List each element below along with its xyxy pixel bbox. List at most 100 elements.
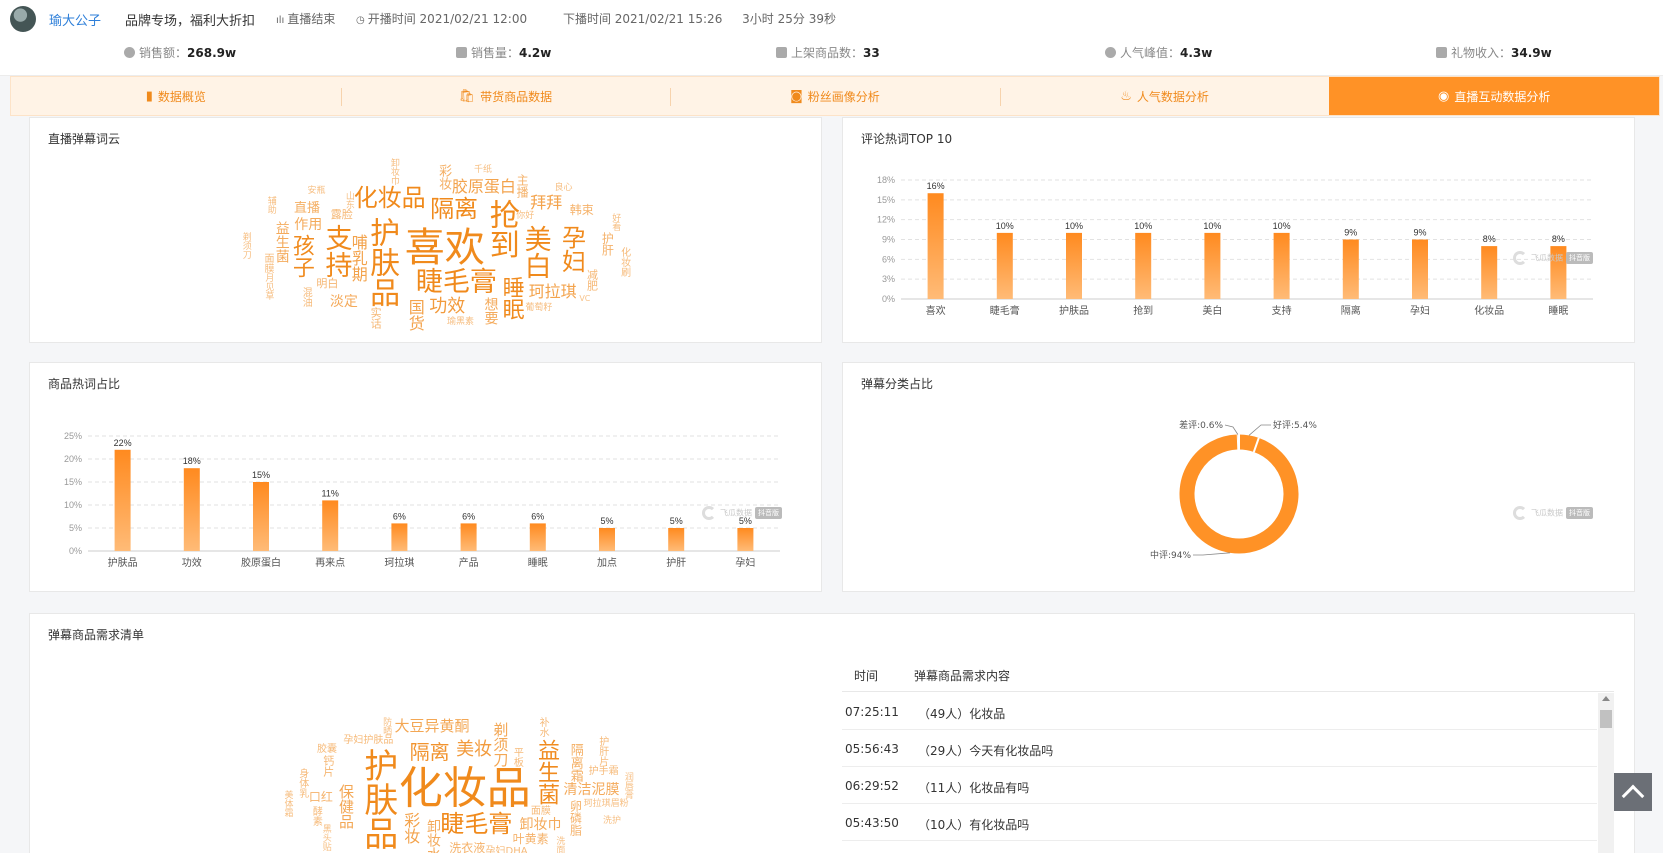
y-tick-label: 25% (64, 431, 82, 441)
bar-value-label: 10% (1203, 221, 1221, 231)
wordcloud-word: 睡眠 (498, 276, 524, 321)
stat-label: 销售额： (139, 46, 188, 60)
wordcloud-word: 益生菌 (273, 220, 290, 263)
end-time: 下播时间 2021/02/21 15:26 (562, 12, 723, 26)
bar-value-label: 9% (1344, 228, 1357, 238)
back-to-top-button[interactable] (1614, 773, 1652, 811)
bar (737, 528, 754, 551)
label-leader-line (1193, 552, 1231, 556)
label-leader-line (1248, 424, 1271, 436)
watermark-logo-icon (702, 506, 716, 520)
y-tick-label: 5% (69, 523, 82, 533)
wordcloud-word: 钙片 (321, 755, 335, 778)
wordcloud-word: 剃须刀 (240, 232, 251, 260)
fire-icon (1105, 47, 1116, 58)
wordcloud-word: 面膜 (530, 806, 551, 818)
tab-interaction[interactable]: ◉ 直播互动数据分析 (1329, 77, 1659, 115)
slice-label: 中评:94% (1150, 549, 1191, 561)
wordcloud-word: 露脸 (330, 208, 353, 222)
bar (996, 232, 1013, 299)
row-content: （29人）今天有化妆品吗 (918, 744, 1054, 758)
bar (1273, 232, 1290, 299)
wordcloud-word: 国货 (405, 298, 425, 331)
sales-icon (124, 47, 135, 58)
tab-fans[interactable]: ◙ 粉丝画像分析 (670, 77, 1000, 115)
wordcloud-word: 直播 (294, 201, 321, 217)
wordcloud-word: 明白 (316, 276, 339, 290)
bar (322, 500, 339, 551)
table-scrollbar[interactable] (1598, 693, 1614, 853)
bar (460, 523, 477, 551)
tab-bar: ▮ 数据概览 🛍 带货商品数据 ◙ 粉丝画像分析 ♨ 人气数据分析 ◉ 直播互动数据分析 (10, 76, 1660, 116)
card-title: 直播弹幕词云 (48, 132, 121, 146)
wordcloud-word: 支持 (320, 223, 352, 278)
watermark-brand: 飞瓜数据 (1531, 508, 1563, 518)
bar-chart-icon: ▮ (145, 88, 153, 104)
tab-label: 带货商品数据 (480, 89, 553, 104)
wordcloud-word: 珂拉琪眉粉 (583, 798, 629, 809)
watermark-brand: 飞瓜数据 (720, 508, 752, 518)
wordcloud-word: 想要 (482, 297, 499, 326)
y-tick-label: 3% (882, 274, 895, 284)
wordcloud-word: 清洁泥膜 (563, 782, 620, 799)
gift-icon (1436, 47, 1447, 58)
y-tick-label: 12% (877, 215, 895, 225)
avatar[interactable] (10, 6, 36, 32)
fire-icon: ♨ (1120, 88, 1132, 104)
wordcloud-word: 化妆品 (398, 763, 531, 814)
x-tick-label: 喜欢 (926, 304, 946, 317)
scroll-thumb[interactable] (1600, 710, 1612, 728)
bar-value-label: 6% (531, 511, 544, 521)
scroll-up-icon[interactable] (1602, 696, 1610, 701)
wordcloud-word: 黑头贴 (320, 824, 331, 852)
wordcloud-word: 安瓶 (307, 185, 326, 196)
bar-value-label: 6% (462, 511, 475, 521)
x-tick-label: 隔离 (1341, 304, 1361, 317)
stat-peak: 人气峰值：4.3w (1105, 44, 1212, 61)
wordcloud-word: 防晒 (381, 717, 392, 736)
x-tick-label: 珂拉琪 (384, 556, 414, 569)
wordcloud-word: 洗衣液 (449, 841, 486, 853)
wordcloud-word: 睫毛膏 (440, 809, 513, 838)
stat-value: 4.2w (519, 46, 552, 60)
y-tick-label: 9% (882, 235, 895, 245)
tab-goods[interactable]: 🛍 带货商品数据 (340, 77, 671, 115)
wordcloud-word: 护手霜 (588, 765, 619, 777)
wordcloud-word: 洗护 (603, 815, 622, 826)
tab-popularity[interactable]: ♨ 人气数据分析 (999, 77, 1330, 115)
wordcloud-word: 月见草 (263, 273, 274, 301)
wordcloud-word: 护肤品 (357, 748, 398, 851)
stats-bar: 销售额：268.9w 销售量：4.2w 上架商品数：33 人气峰值：4.3w 礼… (0, 44, 1663, 64)
row-time: 05:56:43 (845, 742, 899, 756)
wordcloud-word: 功效 (429, 296, 466, 318)
live-status-text: 直播结束 (287, 12, 336, 26)
wordcloud-word: 美体霜 (282, 790, 293, 818)
wordcloud-word: 山东 (343, 190, 354, 209)
demand-wordcloud: 化妆品 护肤品 睫毛膏 隔离 益生菌 美妆 彩妆 剃须刀 卸妆巾 清洁泥膜 卸妆水 保健品 大豆异黄酮隔… (160, 699, 760, 853)
wordcloud-word: 喜欢 (404, 225, 485, 271)
wordcloud-word: 酵素 (310, 806, 322, 827)
x-tick-label: 睫毛膏 (990, 304, 1020, 317)
comment-top10-chart: 0% 3% 6% 9% 12% 15% 18% 16% 喜欢 10% 睫毛膏 10% 护肤品 10% 抢到 1… (877, 175, 1593, 317)
row-content: （49人）化妆品 (918, 707, 1006, 721)
wordcloud-word: 彩妆 (401, 811, 421, 844)
wordcloud-word: 睫毛膏 (415, 267, 497, 299)
signal-icon: ılı (276, 15, 285, 26)
bar-value-label: 5% (600, 516, 613, 526)
bag-icon: 🛍 (458, 88, 476, 104)
col-content: 弹幕商品需求内容 (914, 669, 1011, 683)
wordcloud-word: 珂拉琪 (528, 282, 577, 302)
bar (1135, 232, 1152, 299)
interaction-icon: ◉ (1437, 88, 1450, 104)
bar-value-label: 8% (1483, 234, 1496, 244)
tab-overview[interactable]: ▮ 数据概览 (11, 77, 341, 115)
label-leader-line (1224, 424, 1239, 435)
x-tick-label: 支持 (1272, 304, 1292, 317)
streamer-name-link[interactable]: 瑜大公子 (49, 10, 101, 29)
wordcloud-word: 孕妇 (557, 225, 586, 274)
stat-value: 4.3w (1180, 46, 1213, 60)
wordcloud-word: 胶原蛋白 (451, 177, 516, 197)
watermark: 飞瓜数据 抖音版 (1513, 251, 1593, 265)
demand-table-header: 时间 弹幕商品需求内容 (842, 660, 1614, 692)
bar (253, 482, 269, 551)
